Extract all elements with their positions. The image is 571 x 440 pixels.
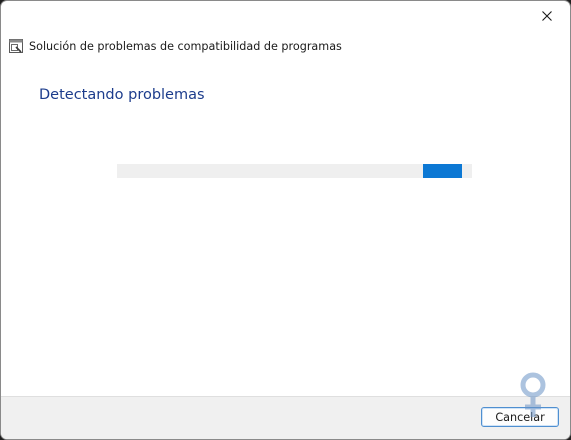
title-bar[interactable] xyxy=(1,1,570,31)
close-icon xyxy=(542,11,552,21)
troubleshooter-app-icon xyxy=(9,39,23,53)
progress-bar-segment xyxy=(423,164,462,178)
progress-bar xyxy=(117,164,472,178)
footer-bar: Cancelar xyxy=(1,396,570,439)
cancel-button[interactable]: Cancelar xyxy=(481,407,559,427)
window-title: Solución de problemas de compatibilidad … xyxy=(29,39,342,53)
window-header: Solución de problemas de compatibilidad … xyxy=(9,38,342,54)
close-button[interactable] xyxy=(524,1,570,31)
page-heading: Detectando problemas xyxy=(39,87,205,103)
troubleshooter-window: Solución de problemas de compatibilidad … xyxy=(0,0,571,440)
